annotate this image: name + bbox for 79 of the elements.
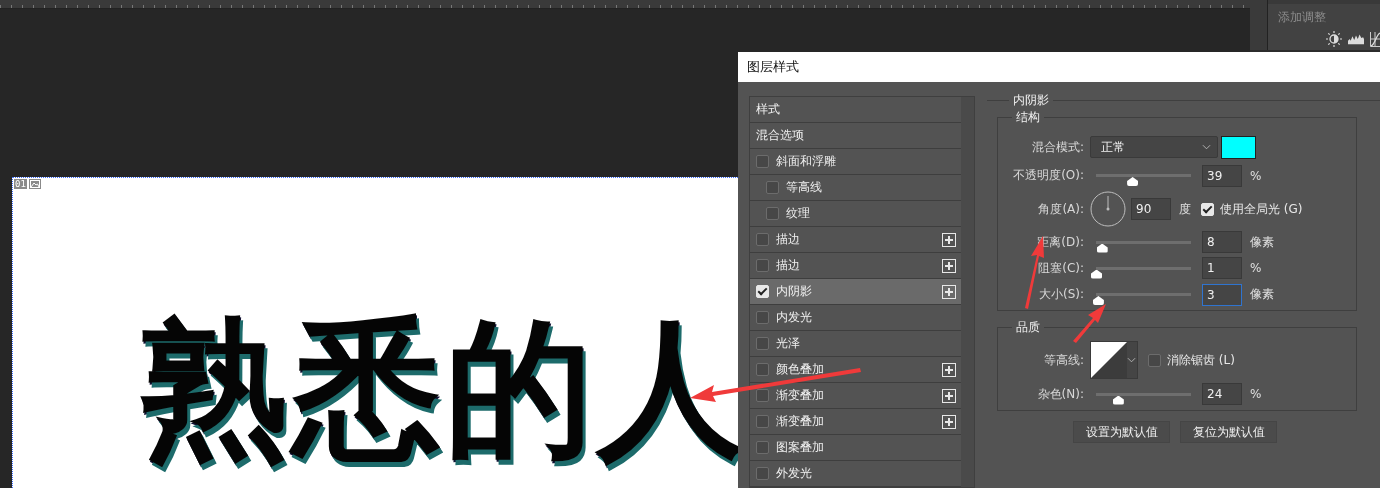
checkbox[interactable]	[756, 337, 769, 350]
checkbox[interactable]	[756, 259, 769, 272]
add-icon[interactable]	[942, 258, 956, 273]
checkbox[interactable]	[756, 467, 769, 480]
checkbox[interactable]	[766, 181, 779, 194]
checkbox[interactable]	[756, 441, 769, 454]
style-label: 渐变叠加	[776, 387, 824, 404]
style-label: 图案叠加	[776, 439, 824, 456]
checkbox[interactable]	[756, 415, 769, 428]
style-label: 样式	[756, 101, 780, 118]
style-label: 光泽	[776, 335, 800, 352]
style-label: 混合选项	[756, 127, 804, 144]
number-field[interactable]: 8	[1202, 231, 1242, 253]
number-field[interactable]: 90	[1131, 198, 1171, 220]
curves-icon[interactable]	[1370, 31, 1380, 47]
style-label: 内发光	[776, 309, 812, 326]
checkbox[interactable]	[756, 155, 769, 168]
style-label: 斜面和浮雕	[776, 153, 836, 170]
style-list-item[interactable]: 内阴影	[750, 279, 961, 305]
style-label: 渐变叠加	[776, 413, 824, 430]
checkbox-label: 使用全局光 (G)	[1220, 200, 1303, 218]
field-label: 阻塞(C):	[1037, 259, 1084, 277]
unit-label: %	[1250, 168, 1262, 183]
angle-dial[interactable]	[1090, 191, 1126, 227]
field-label: 杂色(N):	[1036, 385, 1084, 403]
style-label: 纹理	[786, 205, 810, 222]
checkbox-label: 消除锯齿 (L)	[1167, 351, 1235, 369]
arrow-drawing	[1073, 304, 1106, 343]
checkbox[interactable]	[1148, 353, 1161, 367]
number-field[interactable]: 1	[1202, 257, 1242, 279]
checkbox[interactable]	[756, 363, 769, 376]
contour-picker[interactable]	[1090, 341, 1138, 379]
add-icon[interactable]	[942, 362, 956, 377]
field-label: 等高线:	[1042, 351, 1084, 369]
default-button[interactable]: 设置为默认值	[1073, 421, 1170, 443]
slider-thumb[interactable]	[1092, 296, 1104, 305]
add-icon[interactable]	[942, 232, 956, 247]
checkbox[interactable]	[756, 389, 769, 402]
checkbox[interactable]	[756, 311, 769, 324]
scrollbar[interactable]	[961, 97, 974, 487]
group-title: 结构	[1015, 109, 1041, 126]
slider-thumb[interactable]	[1112, 395, 1124, 405]
brightness-icon[interactable]	[1326, 31, 1342, 47]
layer-number: 01	[14, 179, 27, 189]
style-label: 描边	[776, 257, 800, 274]
window-title: 图层样式	[738, 52, 1380, 82]
add-icon[interactable]	[942, 414, 956, 429]
number-field[interactable]: 24	[1202, 383, 1242, 405]
number-field[interactable]: 3	[1202, 283, 1242, 306]
checkbox[interactable]	[766, 207, 779, 220]
style-label: 等高线	[786, 179, 822, 196]
field-label: 大小(S):	[1037, 286, 1084, 303]
slider-thumb[interactable]	[1127, 177, 1139, 186]
field-label: 不透明度(O):	[1012, 167, 1084, 184]
group-title: 品质	[1015, 319, 1041, 336]
chevron-down-icon[interactable]	[1127, 357, 1136, 363]
unit-label: 度	[1179, 200, 1191, 218]
slider-thumb[interactable]	[1096, 243, 1108, 253]
add-icon[interactable]	[942, 284, 956, 299]
default-button[interactable]: 复位为默认值	[1180, 421, 1277, 443]
blend-mode-dropdown[interactable]: 正常	[1090, 136, 1218, 158]
checkbox[interactable]	[756, 233, 769, 246]
unit-label: 像素	[1250, 286, 1274, 303]
unit-label: 像素	[1250, 233, 1274, 251]
slider-thumb[interactable]	[1091, 269, 1102, 279]
chevron-down-icon[interactable]	[1202, 144, 1211, 150]
style-label: 外发光	[776, 465, 812, 482]
field-label: 混合模式:	[1030, 138, 1084, 156]
number-field[interactable]: 39	[1202, 164, 1242, 187]
section-title: 内阴影	[1012, 92, 1050, 109]
panel-title: 添加调整	[1278, 10, 1327, 24]
style-label: 颜色叠加	[776, 361, 824, 378]
add-icon[interactable]	[942, 388, 956, 403]
color-swatch[interactable]	[1221, 135, 1256, 159]
unit-label: %	[1250, 261, 1262, 275]
field-label: 角度(A):	[1037, 200, 1084, 218]
style-label: 内阴影	[776, 283, 812, 300]
style-label: 描边	[776, 231, 800, 248]
unit-label: %	[1250, 387, 1262, 401]
